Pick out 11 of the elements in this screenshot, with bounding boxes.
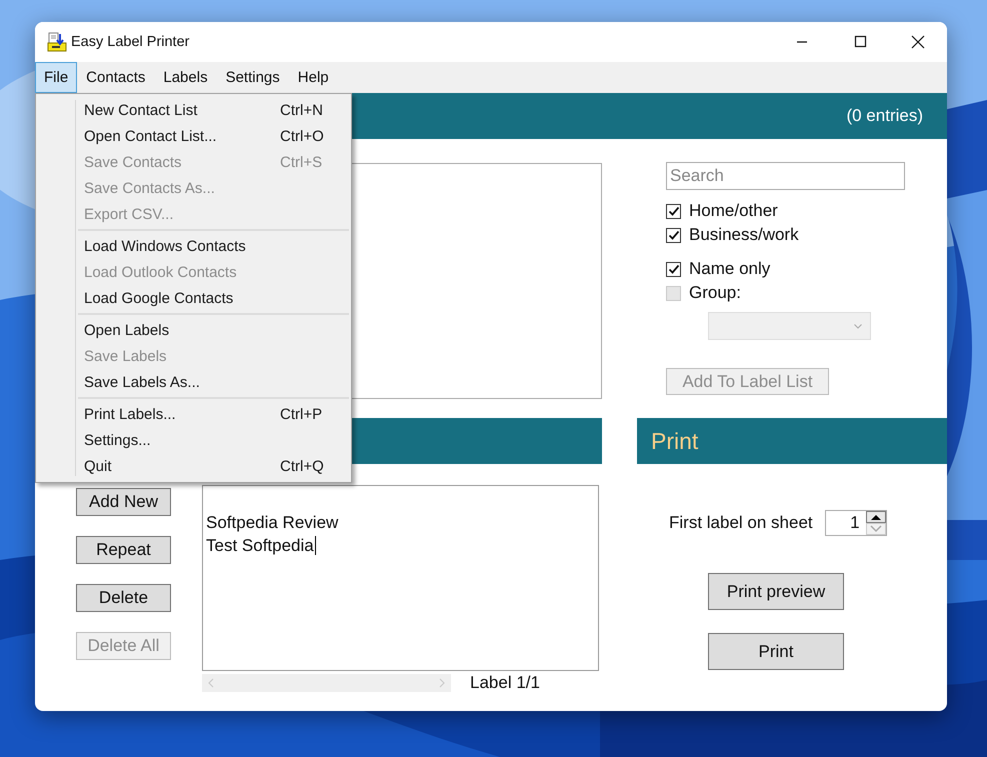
checkbox-label: Business/work [689, 225, 799, 245]
label-counter: Label 1/1 [470, 673, 540, 693]
label-text-line: Softpedia Review [206, 512, 338, 532]
checkbox-label: Name only [689, 259, 770, 279]
label-text-line: Test Softpedia [206, 536, 314, 556]
checkbox-label: Group: [689, 283, 741, 303]
first-label-text: First label on sheet [669, 513, 813, 533]
checkbox-label: Home/other [689, 201, 778, 221]
print-title: Print [650, 428, 698, 454]
entry-count: (0 entries) [846, 106, 923, 126]
window-title: Easy Label Printer [71, 34, 190, 50]
